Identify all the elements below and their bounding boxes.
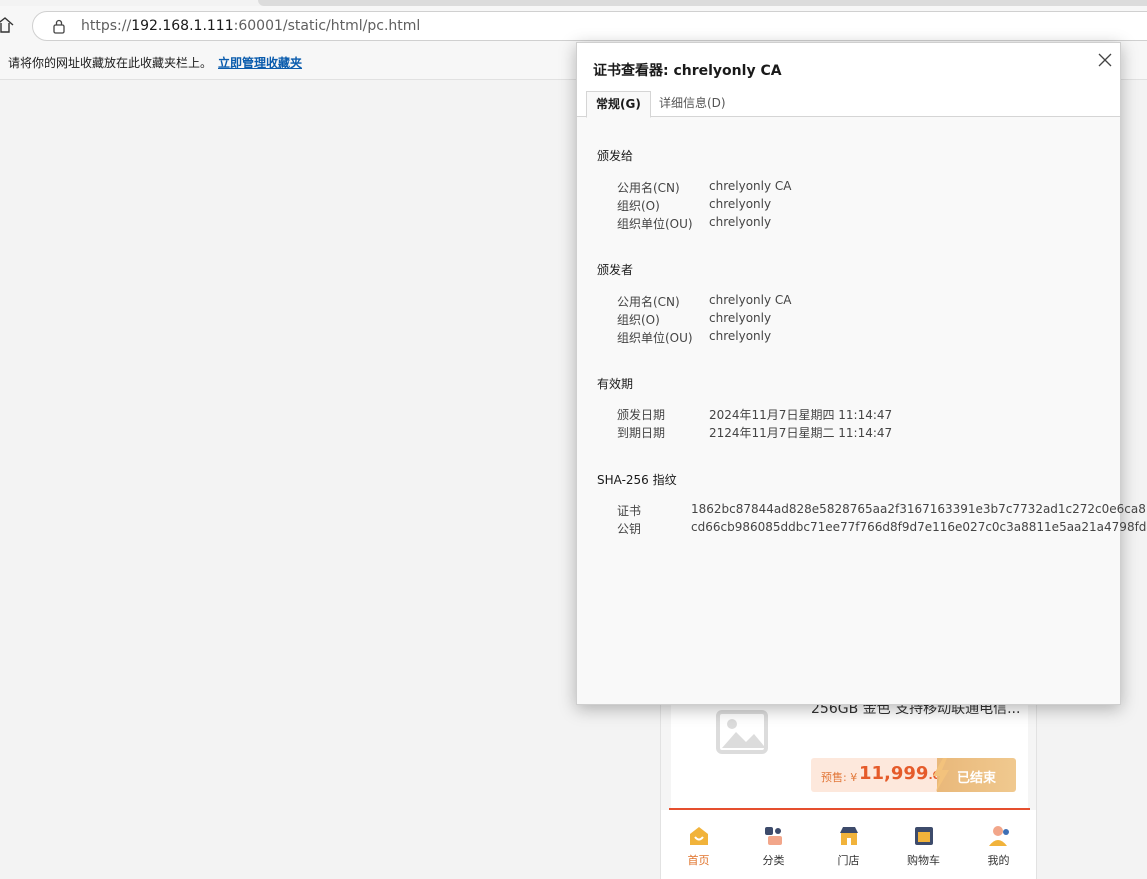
issued-to-heading: 颁发给: [597, 149, 634, 163]
bottom-nav: 首页 分类 门店 购物车 我的: [661, 810, 1036, 879]
store-icon: [839, 827, 858, 845]
price-box: 预售: ¥ 11,999.00: [811, 758, 948, 792]
dialog-header: 证书查看器: chrelyonly CA 常规(G) 详细信息(D): [577, 43, 1120, 118]
cert-fingerprint-value: 1862bc87844ad828e5828765aa2f3167163391e3…: [691, 502, 1147, 516]
profile-icon: [988, 826, 1009, 846]
nav-item-cart[interactable]: 购物车: [886, 810, 961, 879]
tab-details[interactable]: 详细信息(D): [650, 91, 735, 118]
issued-by-cn-label: 公用名(CN): [617, 295, 680, 309]
cart-icon: [914, 827, 933, 845]
issued-by-o-label: 组织(O): [617, 313, 660, 327]
tab-general[interactable]: 常规(G): [586, 91, 651, 118]
home-icon: [689, 827, 708, 845]
issued-to-ou-label: 组织单位(OU): [617, 217, 693, 231]
cert-fingerprint-label: 证书: [617, 504, 642, 518]
nav-label: 首页: [687, 854, 710, 867]
url-prefix: https://: [81, 18, 132, 34]
dialog-title: 证书查看器: chrelyonly CA: [593, 63, 782, 79]
nav-item-store[interactable]: 门店: [811, 810, 886, 879]
lightning-icon: [933, 758, 949, 792]
product-card[interactable]: 256GB 金色 支持移动联通电信... 预售: ¥ 11,999.00 已结束: [671, 688, 1028, 808]
home-icon[interactable]: [0, 16, 14, 34]
manage-favorites-link[interactable]: 立即管理收藏夹: [218, 54, 302, 71]
issued-to-o-label: 组织(O): [617, 199, 660, 213]
expiry-date-value: 2124年11月7日星期二 11:14:47: [709, 426, 893, 440]
pubkey-fingerprint-value: cd66cb986085ddbc71ee77f766d8f9d7e116e027…: [691, 520, 1147, 534]
price-tag[interactable]: 预售: ¥ 11,999.00 已结束: [811, 758, 1016, 792]
issued-by-o-value: chrelyonly: [709, 311, 772, 325]
issued-by-heading: 颁发者: [597, 263, 634, 277]
issued-by-cn-value: chrelyonly CA: [709, 293, 792, 307]
nav-item-category[interactable]: 分类: [736, 810, 811, 879]
issue-date-value: 2024年11月7日星期四 11:14:47: [709, 408, 893, 422]
nav-item-profile[interactable]: 我的: [961, 810, 1036, 879]
issued-to-ou-value: chrelyonly: [709, 215, 772, 229]
address-bar[interactable]: https://192.168.1.111:60001/static/html/…: [32, 11, 1147, 41]
price-prefix: 预售: ¥: [821, 771, 858, 784]
nav-label: 购物车: [907, 854, 940, 867]
favorites-bar-message: 请将你的网址收藏放在此收藏夹栏上。: [8, 56, 213, 70]
url-host: 192.168.1.111: [131, 18, 234, 34]
url-text[interactable]: https://192.168.1.111:60001/static/html/…: [81, 18, 420, 34]
issued-to-o-value: chrelyonly: [709, 197, 772, 211]
issued-to-cn-label: 公用名(CN): [617, 181, 680, 195]
lock-icon[interactable]: [51, 18, 67, 34]
issued-by-ou-label: 组织单位(OU): [617, 331, 693, 345]
certificate-viewer-dialog: 证书查看器: chrelyonly CA 常规(G) 详细信息(D) 颁发给 公…: [576, 42, 1147, 705]
category-icon: [764, 827, 782, 845]
validity-heading: 有效期: [597, 377, 634, 391]
expiry-date-label: 到期日期: [617, 426, 666, 440]
url-suffix: :60001/static/html/pc.html: [233, 18, 421, 34]
browser-toolbar: https://192.168.1.111:60001/static/html/…: [0, 6, 1147, 46]
price-integer: 11,999: [859, 763, 929, 784]
nav-item-home[interactable]: 首页: [661, 810, 736, 879]
issued-to-cn-value: chrelyonly CA: [709, 179, 792, 193]
nav-label: 门店: [837, 854, 860, 867]
nav-label: 分类: [762, 854, 785, 867]
issue-date-label: 颁发日期: [617, 408, 666, 422]
image-placeholder-icon: [716, 710, 768, 754]
close-icon[interactable]: [1095, 50, 1115, 70]
issued-by-ou-value: chrelyonly: [709, 329, 772, 343]
nav-label: 我的: [987, 854, 1010, 867]
fingerprint-heading: SHA-256 指纹: [597, 473, 677, 487]
pubkey-fingerprint-label: 公钥: [617, 522, 642, 536]
